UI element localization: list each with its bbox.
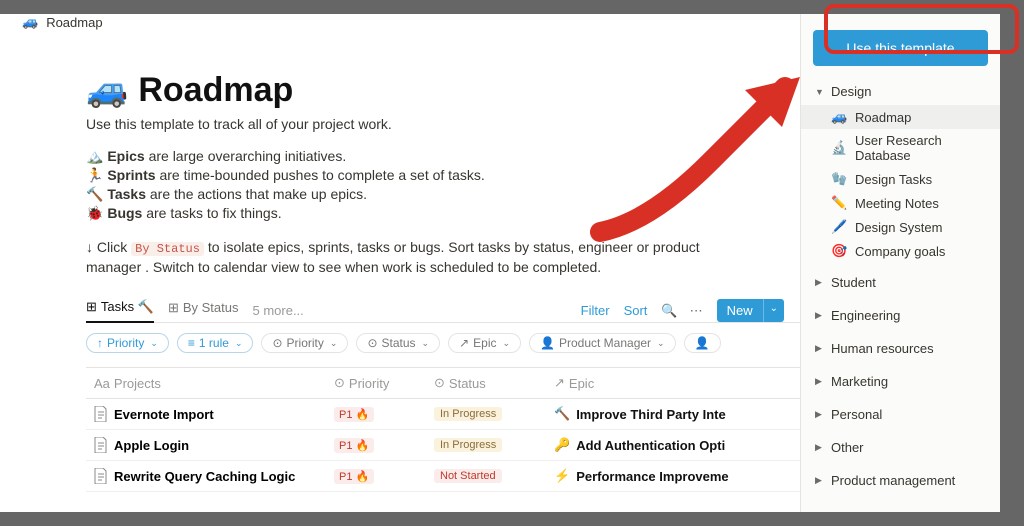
- epic-icon: 🔨: [554, 406, 570, 422]
- rule-pill[interactable]: ≡ 1 rule⌄: [177, 333, 254, 353]
- sidebar-item-label: Company goals: [855, 244, 945, 259]
- sidebar-section[interactable]: ▶Engineering: [801, 302, 1000, 329]
- sidebar-item[interactable]: 🖊️ Design System: [801, 215, 1000, 239]
- sidebar-item-icon: 🎯: [831, 243, 847, 259]
- col-priority[interactable]: ⊙Priority: [326, 368, 426, 398]
- sidebar-section[interactable]: ▶Personal: [801, 401, 1000, 428]
- table-row[interactable]: Apple Login P1 🔥 In Progress 🔑 Add Authentic…: [86, 430, 800, 461]
- filter-epic-pill[interactable]: ↗ Epic⌄: [448, 333, 521, 353]
- row-name: Rewrite Query Caching Logic: [114, 469, 295, 484]
- new-dropdown-icon[interactable]: ⌄: [763, 299, 784, 322]
- sidebar-item-label: User Research Database: [855, 133, 986, 163]
- tasks-desc: are the actions that make up epics.: [146, 186, 367, 202]
- sidebar-item[interactable]: ✏️ Meeting Notes: [801, 191, 1000, 215]
- filter-pm-pill[interactable]: 👤 Product Manager⌄: [529, 333, 676, 353]
- tasks-icon: 🔨: [86, 186, 103, 202]
- sidebar-section-label: Human resources: [831, 341, 934, 356]
- breadcrumb-icon: 🚙: [22, 14, 38, 30]
- sidebar-item[interactable]: 🎯 Company goals: [801, 239, 1000, 263]
- sidebar-section[interactable]: ▶Other: [801, 434, 1000, 461]
- tab-by-status[interactable]: ⊞By Status: [168, 300, 239, 322]
- priority-tag: P1 🔥: [334, 438, 374, 453]
- sidebar-section-label: Personal: [831, 407, 882, 422]
- tab-tasks[interactable]: ⊞Tasks 🔨: [86, 299, 154, 323]
- table-row[interactable]: Evernote Import P1 🔥 In Progress 🔨 Improve T…: [86, 399, 800, 430]
- new-button[interactable]: New ⌄: [717, 299, 784, 322]
- row-name: Apple Login: [114, 438, 189, 453]
- bullets: 🏔️ Epics are large overarching initiativ…: [86, 148, 800, 222]
- status-tag: In Progress: [434, 407, 502, 421]
- sort-link[interactable]: Sort: [624, 303, 648, 318]
- epic-name: Performance Improveme: [576, 469, 728, 484]
- table-header: AaProjects ⊙Priority ⊙Status ↗Epic: [86, 368, 800, 399]
- epic-name: Add Authentication Opti: [576, 438, 725, 453]
- col-status[interactable]: ⊙Status: [426, 368, 546, 398]
- page-subtitle: Use this template to track all of your p…: [86, 116, 800, 132]
- tasks-label: Tasks: [107, 186, 146, 202]
- filter-status-pill[interactable]: ⊙ Status⌄: [356, 333, 440, 353]
- sprints-desc: are time-bounded pushes to complete a se…: [156, 167, 485, 183]
- by-status-tag: By Status: [131, 242, 204, 256]
- sidebar-item-label: Meeting Notes: [855, 196, 939, 211]
- projects-table: AaProjects ⊙Priority ⊙Status ↗Epic Evern…: [86, 367, 800, 492]
- sidebar-item-icon: 🧤: [831, 171, 847, 187]
- priority-tag: P1 🔥: [334, 407, 374, 422]
- epics-desc: are large overarching initiatives.: [145, 148, 347, 164]
- col-epic[interactable]: ↗Epic: [546, 368, 800, 398]
- table-row[interactable]: Rewrite Query Caching Logic P1 🔥 Not Start…: [86, 461, 800, 492]
- col-projects[interactable]: AaProjects: [86, 368, 326, 398]
- use-template-button[interactable]: Use this template: [813, 30, 988, 66]
- row-name: Evernote Import: [114, 407, 214, 422]
- sidebar-section[interactable]: ▶Marketing: [801, 368, 1000, 395]
- search-icon[interactable]: 🔍: [661, 303, 677, 319]
- filter-link[interactable]: Filter: [581, 303, 610, 318]
- page-title: Roadmap: [138, 71, 293, 110]
- sort-priority-pill[interactable]: ↑ Priority⌄: [86, 333, 169, 353]
- sprints-icon: 🏃: [86, 167, 103, 183]
- epic-icon: ⚡: [554, 468, 570, 484]
- bugs-icon: 🐞: [86, 205, 103, 221]
- breadcrumb-title: Roadmap: [46, 15, 102, 30]
- sidebar-section[interactable]: ▶Product management: [801, 467, 1000, 494]
- page-icon: [94, 437, 108, 453]
- priority-tag: P1 🔥: [334, 469, 374, 484]
- epic-name: Improve Third Party Inte: [576, 407, 726, 422]
- sidebar-item-icon: 🖊️: [831, 219, 847, 235]
- page-icon: [94, 406, 108, 422]
- bugs-desc: are tasks to fix things.: [142, 205, 281, 221]
- page-icon: [94, 468, 108, 484]
- tip-text: ↓ Click By Status to isolate epics, spri…: [86, 238, 726, 277]
- epics-label: Epics: [107, 148, 144, 164]
- breadcrumb[interactable]: 🚙 Roadmap: [0, 14, 800, 38]
- sidebar-item[interactable]: 🔬 User Research Database: [801, 129, 1000, 167]
- bugs-label: Bugs: [107, 205, 142, 221]
- sidebar-section-label: Product management: [831, 473, 955, 488]
- status-tag: In Progress: [434, 438, 502, 452]
- page-emoji: 🚙: [86, 70, 128, 110]
- right-sidebar: Use this template ▼Design 🚙 Roadmap 🔬 User …: [800, 14, 1000, 512]
- sidebar-item[interactable]: 🚙 Roadmap: [801, 105, 1000, 129]
- sidebar-item-icon: 🚙: [831, 109, 847, 125]
- epics-icon: 🏔️: [86, 148, 103, 164]
- sidebar-section-label: Marketing: [831, 374, 888, 389]
- tab-more[interactable]: 5 more...: [252, 303, 303, 318]
- filter-priority-pill[interactable]: ⊙ Priority⌄: [261, 333, 348, 353]
- sidebar-item-label: Roadmap: [855, 110, 911, 125]
- sidebar-section-label: Engineering: [831, 308, 900, 323]
- sidebar-item-label: Design System: [855, 220, 942, 235]
- more-icon[interactable]: ⋯: [690, 303, 703, 319]
- sidebar-section-label: Other: [831, 440, 864, 455]
- sprints-label: Sprints: [107, 167, 155, 183]
- sidebar-item-icon: 🔬: [831, 140, 847, 156]
- sidebar-section-label: Student: [831, 275, 876, 290]
- section-design[interactable]: ▼Design: [801, 78, 1000, 105]
- sidebar-item[interactable]: 🧤 Design Tasks: [801, 167, 1000, 191]
- sidebar-section[interactable]: ▶Human resources: [801, 335, 1000, 362]
- sidebar-section[interactable]: ▶Student: [801, 269, 1000, 296]
- sidebar-item-label: Design Tasks: [855, 172, 932, 187]
- epic-icon: 🔑: [554, 437, 570, 453]
- filter-more-pill[interactable]: 👤: [684, 333, 721, 353]
- status-tag: Not Started: [434, 469, 502, 483]
- sidebar-item-icon: ✏️: [831, 195, 847, 211]
